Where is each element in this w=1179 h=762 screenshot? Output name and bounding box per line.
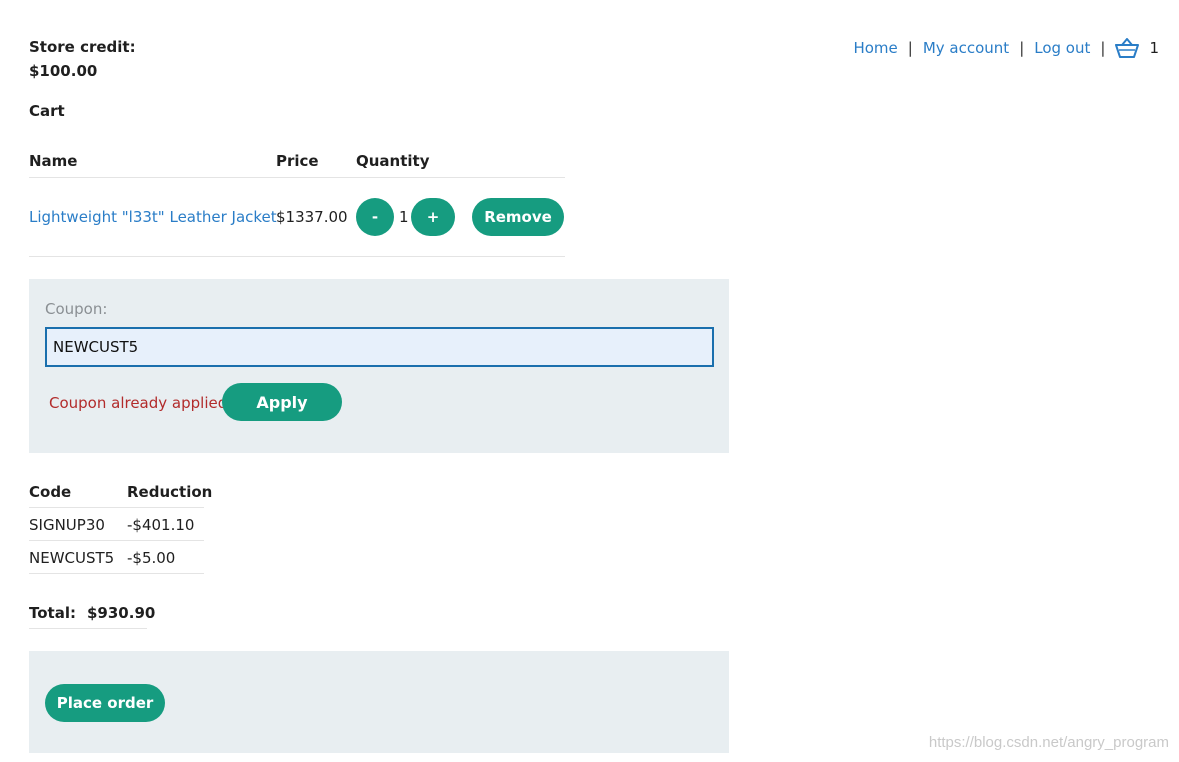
discount-reduction: -$401.10 — [127, 516, 195, 534]
cart-table: Name Price Quantity Lightweight "l33t" L… — [29, 142, 565, 257]
my-account-link[interactable]: My account — [923, 39, 1009, 57]
discount-code: SIGNUP30 — [29, 516, 105, 534]
place-order-panel: Place order — [29, 651, 729, 753]
discount-row: SIGNUP30 -$401.10 — [29, 508, 204, 541]
coupon-panel: Coupon: Coupon already applied Apply — [29, 279, 729, 453]
watermark: https://blog.csdn.net/angry_program — [928, 734, 1169, 751]
apply-coupon-button[interactable]: Apply — [222, 383, 342, 421]
coupon-input[interactable] — [45, 327, 714, 367]
total-label: Total: — [29, 604, 76, 622]
cart-table-header: Name Price Quantity — [29, 142, 565, 178]
nav-separator: | — [1100, 39, 1106, 57]
quantity-value: 1 — [399, 208, 409, 226]
product-price: $1337.00 — [276, 208, 348, 226]
place-order-button[interactable]: Place order — [45, 684, 165, 722]
discount-reduction: -$5.00 — [127, 549, 176, 567]
discount-table-header: Code Reduction — [29, 475, 212, 508]
total-row: Total: $930.90 — [29, 596, 155, 629]
increment-quantity-button[interactable]: + — [411, 198, 455, 236]
cart-row: Lightweight "l33t" Leather Jacket $1337.… — [29, 178, 565, 257]
column-header-code: Code — [29, 483, 72, 501]
column-header-name: Name — [29, 152, 78, 170]
remove-button[interactable]: Remove — [472, 198, 564, 236]
discount-row: NEWCUST5 -$5.00 — [29, 541, 204, 574]
column-header-price: Price — [276, 152, 319, 170]
log-out-link[interactable]: Log out — [1034, 39, 1090, 57]
product-name-link[interactable]: Lightweight "l33t" Leather Jacket — [29, 208, 277, 226]
column-header-reduction: Reduction — [127, 483, 213, 501]
discount-table: Code Reduction SIGNUP30 -$401.10 NEWCUST… — [29, 475, 212, 574]
coupon-error-message: Coupon already applied — [49, 394, 228, 412]
nav-separator: | — [1019, 39, 1025, 57]
discount-code: NEWCUST5 — [29, 549, 115, 567]
basket-icon[interactable] — [1115, 38, 1140, 58]
column-header-quantity: Quantity — [356, 152, 430, 170]
store-credit-value: $100.00 — [29, 62, 98, 80]
cart-count: 1 — [1149, 39, 1159, 57]
cart-title: Cart — [29, 102, 65, 120]
total-value: $930.90 — [87, 604, 156, 622]
top-nav: Home | My account | Log out | 1 — [853, 38, 1159, 58]
coupon-label: Coupon: — [45, 300, 108, 318]
nav-separator: | — [907, 39, 913, 57]
home-link[interactable]: Home — [853, 39, 897, 57]
store-credit-label: Store credit: — [29, 38, 136, 56]
decrement-quantity-button[interactable]: - — [356, 198, 394, 236]
